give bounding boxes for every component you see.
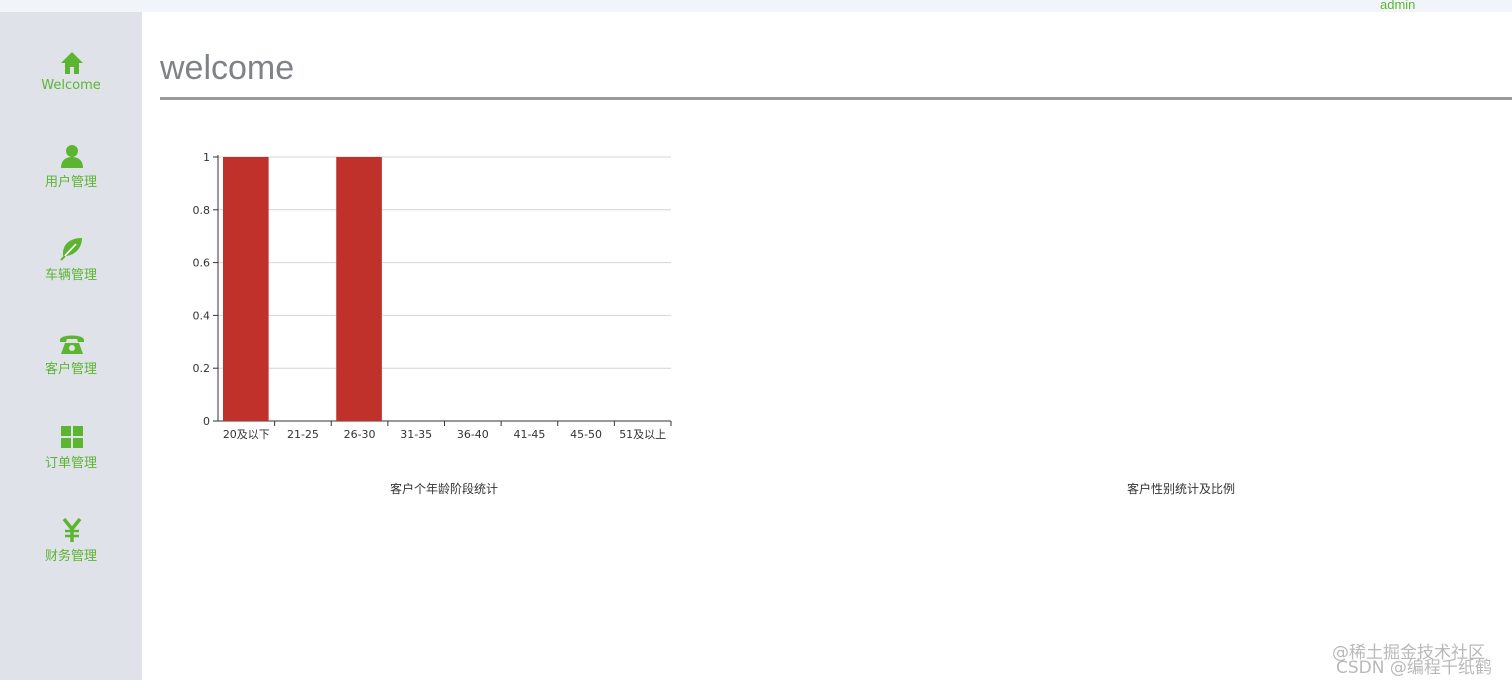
sidebar-item-finance[interactable]: 财务管理	[0, 517, 142, 597]
sidebar-item-welcome[interactable]: Welcome	[0, 50, 142, 130]
y-tick-label: 0.6	[193, 257, 211, 270]
y-tick-label: 0.2	[193, 362, 211, 375]
y-tick-label: 1	[203, 151, 210, 164]
x-tick-label: 36-40	[457, 428, 489, 441]
home-icon	[61, 52, 83, 74]
phone-icon	[60, 335, 84, 354]
sidebar-item-users[interactable]: 用户管理	[0, 143, 142, 223]
page-title: welcome	[160, 49, 295, 87]
top-bar: admin	[0, 0, 1512, 12]
title-divider	[160, 97, 1512, 100]
y-tick-label: 0	[203, 415, 210, 428]
yen-icon	[62, 517, 82, 542]
sidebar-item-label: 用户管理	[44, 175, 97, 190]
watermark-csdn: CSDN @编程千纸鹤	[1336, 658, 1492, 678]
user-icon	[61, 145, 83, 168]
y-tick-label: 0.8	[193, 204, 211, 217]
sidebar-item-label: 订单管理	[44, 456, 97, 471]
y-tick-label: 0.4	[193, 309, 211, 322]
bar	[223, 157, 269, 421]
sidebar-item-label: Welcome	[41, 78, 101, 93]
x-tick-label: 26-30	[344, 428, 376, 441]
leaf-icon	[60, 238, 82, 261]
x-tick-label: 31-35	[400, 428, 432, 441]
age-chart-caption: 客户个年龄阶段统计	[389, 482, 498, 496]
sidebar-item-label: 财务管理	[44, 549, 97, 564]
sidebar-item-orders[interactable]: 订单管理	[0, 424, 142, 504]
bar	[336, 157, 382, 421]
x-tick-label: 45-50	[570, 428, 602, 441]
grid-icon	[61, 426, 83, 448]
x-tick-label: 41-45	[513, 428, 545, 441]
sidebar-item-label: 车辆管理	[44, 268, 97, 283]
sidebar-item-vehicles[interactable]: 车辆管理	[0, 236, 142, 316]
age-bar-chart: 0 0.2 0.4 0.6 0.8 1 20及以下 21-25 26-30 31-35 36-40 4…	[193, 151, 672, 441]
x-tick-label: 21-25	[287, 428, 319, 441]
sidebar-item-customers[interactable]: 客户管理	[0, 330, 142, 410]
sidebar-item-label: 客户管理	[44, 362, 97, 377]
gender-chart-caption: 客户性别统计及比例	[1126, 482, 1235, 496]
x-tick-label: 20及以下	[223, 428, 270, 441]
x-tick-label: 51及以上	[619, 428, 666, 441]
sidebar: Welcome 用户管理 车辆管理 客户管理 订单管理 财务管理	[0, 12, 142, 680]
